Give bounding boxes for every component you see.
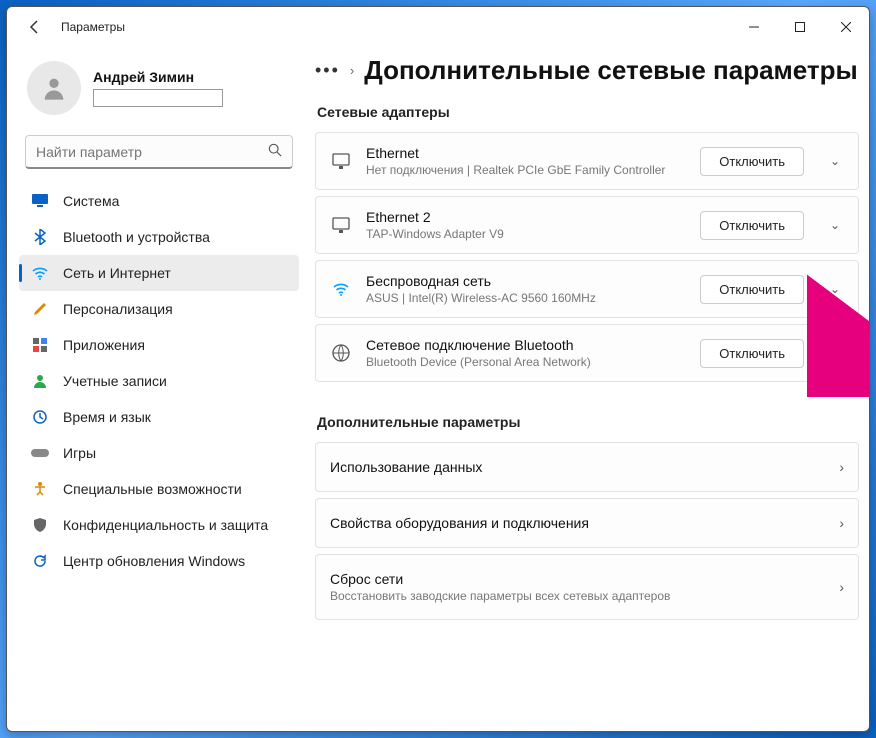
wifi-icon [31,264,49,282]
adapter-card-3[interactable]: Сетевое подключение Bluetooth Bluetooth D… [315,324,859,382]
window-title: Параметры [61,20,125,34]
chevron-down-icon[interactable]: ⌄ [826,218,844,232]
page-title: Дополнительные сетевые параметры [364,55,857,86]
adapter-subtitle: Нет подключения | Realtek PCIe GbE Famil… [366,163,686,177]
chevron-right-icon: › [839,459,844,475]
nav-item-9[interactable]: Конфиденциальность и защита [19,507,299,543]
row-subtitle: Восстановить заводские параметры всех се… [330,589,825,603]
chevron-down-icon[interactable]: ⌄ [826,154,844,168]
adapter-card-0[interactable]: Ethernet Нет подключения | Realtek PCIe G… [315,132,859,190]
accessibility-icon [31,480,49,498]
row-title: Сброс сети [330,571,825,587]
titlebar: Параметры [7,7,869,47]
nav-item-6[interactable]: Время и язык [19,399,299,435]
chevron-right-icon: › [839,515,844,531]
shield-icon [31,516,49,534]
nav-label: Сеть и Интернет [63,265,171,281]
nav-item-0[interactable]: Система [19,183,299,219]
adapter-title: Ethernet [366,145,686,161]
breadcrumb-more[interactable]: ••• [315,60,340,81]
nav-label: Система [63,193,119,209]
bluetooth-icon [31,228,49,246]
nav-item-2[interactable]: Сеть и Интернет [19,255,299,291]
brush-icon [31,300,49,318]
nav-label: Конфиденциальность и защита [63,517,268,533]
adapter-card-2[interactable]: Беспроводная сеть ASUS | Intel(R) Wireles… [315,260,859,318]
adapter-subtitle: Bluetooth Device (Personal Area Network) [366,355,686,369]
nav-item-8[interactable]: Специальные возможности [19,471,299,507]
nav-label: Bluetooth и устройства [63,229,210,245]
nav-label: Игры [63,445,96,461]
profile-name: Андрей Зимин [93,69,223,85]
globe-icon [330,344,352,362]
additional-row-1[interactable]: Свойства оборудования и подключения › [315,498,859,548]
disable-button[interactable]: Отключить [700,211,804,240]
chevron-right-icon: › [839,579,844,595]
adapter-subtitle: ASUS | Intel(R) Wireless-AC 9560 160MHz [366,291,686,305]
nav-list: Система Bluetooth и устройства Сеть и Инте… [19,183,299,579]
adapter-subtitle: TAP-Windows Adapter V9 [366,227,686,241]
monitor-icon [31,192,49,210]
close-button[interactable] [823,7,869,47]
adapter-title: Сетевое подключение Bluetooth [366,337,686,353]
nav-item-4[interactable]: Приложения [19,327,299,363]
nav-label: Центр обновления Windows [63,553,245,569]
chevron-down-icon[interactable]: ⌄ [826,346,844,360]
sidebar: Андрей Зимин Система Bluetooth и устройст… [7,47,307,731]
profile-email-redacted [93,89,223,107]
eth-icon [330,152,352,170]
chevron-down-icon[interactable]: ⌄ [826,282,844,296]
gamepad-icon [31,444,49,462]
nav-label: Персонализация [63,301,173,317]
clock-icon [31,408,49,426]
row-title: Свойства оборудования и подключения [330,515,825,531]
chevron-right-icon: › [350,63,354,78]
section-adapters-label: Сетевые адаптеры [317,104,859,120]
nav-item-3[interactable]: Персонализация [19,291,299,327]
disable-button[interactable]: Отключить [700,275,804,304]
nav-label: Учетные записи [63,373,167,389]
nav-item-5[interactable]: Учетные записи [19,363,299,399]
eth-icon [330,216,352,234]
adapter-title: Ethernet 2 [366,209,686,225]
search-icon [268,143,282,160]
back-button[interactable] [23,15,47,39]
row-title: Использование данных [330,459,825,475]
maximize-button[interactable] [777,7,823,47]
nav-item-1[interactable]: Bluetooth и устройства [19,219,299,255]
wifi-icon [330,282,352,296]
additional-row-0[interactable]: Использование данных › [315,442,859,492]
nav-item-10[interactable]: Центр обновления Windows [19,543,299,579]
nav-label: Приложения [63,337,145,353]
minimize-button[interactable] [731,7,777,47]
update-icon [31,552,49,570]
adapter-title: Беспроводная сеть [366,273,686,289]
nav-label: Специальные возможности [63,481,242,497]
profile-block[interactable]: Андрей Зимин [19,55,299,123]
additional-row-2[interactable]: Сброс сети Восстановить заводские парамет… [315,554,859,620]
nav-item-7[interactable]: Игры [19,435,299,471]
main-panel: ••• › Дополнительные сетевые параметры С… [307,47,869,731]
nav-label: Время и язык [63,409,151,425]
settings-window: Параметры Андрей Зимин [6,6,870,732]
search-input[interactable] [36,144,268,160]
apps-icon [31,336,49,354]
avatar [27,61,81,115]
search-box[interactable] [25,135,293,169]
section-additional-label: Дополнительные параметры [317,414,859,430]
disable-button[interactable]: Отключить [700,147,804,176]
adapter-card-1[interactable]: Ethernet 2 TAP-Windows Adapter V9 Отключит… [315,196,859,254]
disable-button[interactable]: Отключить [700,339,804,368]
user-icon [31,372,49,390]
breadcrumb: ••• › Дополнительные сетевые параметры [315,55,859,86]
